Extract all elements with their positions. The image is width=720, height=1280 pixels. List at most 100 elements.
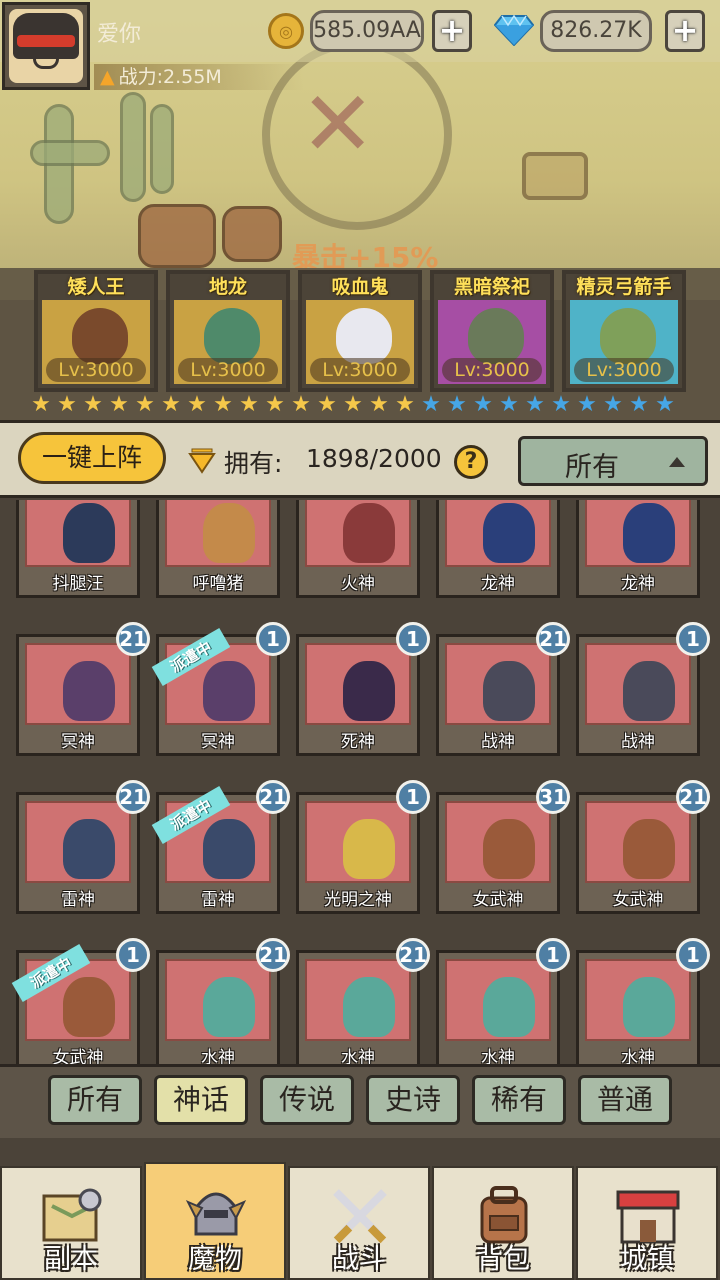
monster-figure [343,661,395,721]
team-slot-card[interactable]: 黑暗祭祀 Lv:3000 [430,270,554,392]
monster-card[interactable]: 死神 [296,634,420,756]
player-avatar[interactable] [2,2,90,90]
monster-portrait [165,959,271,1041]
rarity-tab[interactable]: 所有 [48,1075,142,1125]
nav-tab-label: 战斗 [332,1244,386,1275]
monster-count-badge: 1 [676,622,710,656]
combat-power: ▲ 战力:2.55M [94,64,304,90]
monster-figure [483,503,535,563]
monster-count-badge: 21 [116,780,150,814]
team-slot-level: Lv:3000 [442,358,542,382]
monster-card[interactable]: 战神 [436,634,560,756]
monster-card[interactable]: 女武神 [576,792,700,914]
rarity-tab[interactable]: 传说 [260,1075,354,1125]
nav-tab-label: 城镇 [620,1244,674,1275]
nav-tab-label: 副本 [44,1244,98,1275]
monster-portrait [25,643,131,725]
monster-portrait [445,500,551,567]
nav-tab-label: 魔物 [188,1244,242,1275]
monster-figure [483,819,535,879]
power-icon: ▲ [100,66,115,88]
monster-portrait [445,801,551,883]
nav-tab-1[interactable]: 副本 [0,1166,142,1280]
monster-count-badge: 1 [256,622,290,656]
monster-figure [63,819,115,879]
monster-card[interactable]: 龙神 [576,500,700,598]
nav-tab-5[interactable]: 城镇 [576,1166,718,1280]
monster-count-badge: 21 [536,622,570,656]
monster-portrait [25,500,131,567]
nav-tab-2[interactable]: 魔物 [144,1162,286,1280]
monster-portrait [585,801,691,883]
combat-power-value: 战力:2.55M [118,66,222,88]
star-icon: ★ [603,392,623,417]
hero-figure [204,308,260,364]
monster-name: 战神 [481,732,515,752]
monster-card[interactable]: 战神 [576,634,700,756]
crossed-swords-emblem-icon: ✕ [300,72,376,177]
monster-grid[interactable]: 抖腿汪 呼噜猪 火神 龙神 龙神 冥神 21 冥神 1 派遣中 死神 1 战神 21 战神 1 雷神 21 雷神 21… [0,500,720,1064]
team-slot-card[interactable]: 精灵弓箭手 Lv:3000 [562,270,686,392]
star-icon: ★ [109,392,129,417]
hero-figure [336,308,392,364]
caret-up-icon [669,457,685,467]
monster-name: 龙神 [621,574,655,594]
auto-deploy-button[interactable]: 一键上阵 [18,432,166,484]
rarity-tab[interactable]: 普通 [578,1075,672,1125]
team-slot-card[interactable]: 地龙 Lv:3000 [166,270,290,392]
monster-figure [623,503,675,563]
down-arrow-icon [188,448,216,474]
monster-name: 光明之神 [324,890,392,910]
nav-tab-label: 背包 [476,1244,530,1275]
team-slot-card[interactable]: 矮人王 Lv:3000 [34,270,158,392]
rarity-tab[interactable]: 稀有 [472,1075,566,1125]
help-icon[interactable]: ? [454,445,488,479]
add-gold-button[interactable]: + [432,10,472,52]
team-slot-card[interactable]: 吸血鬼 Lv:3000 [298,270,422,392]
owned-label: 拥有: [224,449,283,478]
monster-count-badge: 21 [396,938,430,972]
nav-tab-3[interactable]: 战斗 [288,1166,430,1280]
monster-name: 女武神 [612,890,664,910]
team-slot-name: 吸血鬼 [331,276,389,298]
rarity-tab[interactable]: 史诗 [366,1075,460,1125]
monster-figure [483,977,535,1037]
monster-name: 水神 [621,1048,655,1064]
monster-name: 龙神 [481,574,515,594]
monster-card[interactable]: 火神 [296,500,420,598]
star-icon: ★ [187,392,207,417]
monster-figure [483,661,535,721]
monster-name: 水神 [201,1048,235,1064]
monster-count-badge: 1 [676,938,710,972]
add-gems-button[interactable]: + [665,10,705,52]
team-slot-name: 地龙 [208,276,247,298]
monster-card[interactable]: 光明之神 [296,792,420,914]
player-name: 爱你 [97,22,142,47]
star-icon: ★ [525,392,545,417]
star-icon: ★ [161,392,181,417]
gem-amount: 826.27K [540,10,652,52]
hero-figure [72,308,128,364]
star-icon: ★ [395,392,415,417]
monster-card[interactable]: 冥神 [16,634,140,756]
monster-portrait [585,643,691,725]
monster-figure [623,977,675,1037]
filter-dropdown[interactable]: 所有 [518,436,708,486]
nav-tab-4[interactable]: 背包 [432,1166,574,1280]
star-icon: ★ [239,392,259,417]
monster-card[interactable]: 雷神 [16,792,140,914]
rarity-tab[interactable]: 神话 [154,1075,248,1125]
monster-figure [63,977,115,1037]
treasure-chest-icon[interactable] [522,152,588,200]
team-slot-level: Lv:3000 [574,358,674,382]
star-icon: ★ [421,392,441,417]
star-icon: ★ [135,392,155,417]
monster-figure [343,503,395,563]
monster-count-badge: 1 [396,622,430,656]
monster-card[interactable]: 龙神 [436,500,560,598]
hero-figure [468,308,524,364]
monster-card[interactable]: 抖腿汪 [16,500,140,598]
monster-card[interactable]: 女武神 [436,792,560,914]
monster-figure [203,503,255,563]
monster-card[interactable]: 呼噜猪 [156,500,280,598]
